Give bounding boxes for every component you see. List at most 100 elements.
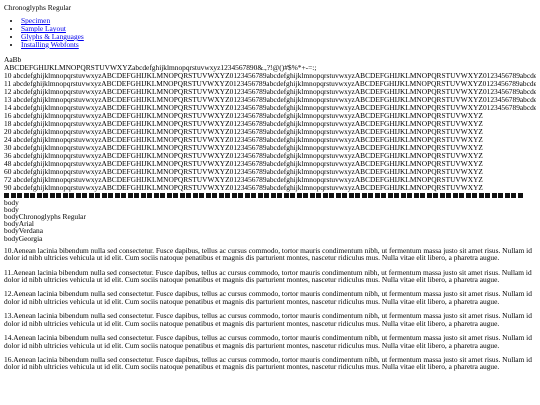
paragraph-sample: 16.Aenean lacinia bibendum nulla sed con…	[4, 354, 532, 372]
glyph-block	[43, 192, 48, 198]
glyph-block	[459, 192, 464, 198]
size-label: 18	[4, 119, 12, 128]
size-label: 13	[4, 95, 12, 104]
glyph-block	[101, 192, 107, 198]
font-compare-prefix: body	[4, 233, 19, 243]
size-sample-text: abcdefghijklmnopqrstuvwxyzABCDEFGHIJKLMN…	[13, 119, 483, 128]
specimen-page: Chronoglyphs Regular Specimen Sample Lay…	[4, 4, 536, 378]
nav-link-installing-webfonts[interactable]: Installing Webfonts	[21, 40, 79, 49]
size-label: 30	[4, 143, 12, 152]
size-row: 14 abcdefghijklmnopqrstuvwxyzABCDEFGHIJK…	[4, 104, 536, 112]
glyph-block	[108, 192, 113, 198]
glyph-block	[173, 192, 178, 198]
size-sample-text: abcdefghijklmnopqrstuvwxyzABCDEFGHIJKLMN…	[13, 143, 483, 152]
glyph-block	[472, 192, 477, 198]
glyph-block	[160, 192, 165, 198]
size-sample-text: abcdefghijklmnopqrstuvwxyzABCDEFGHIJKLMN…	[13, 175, 483, 184]
glyph-block	[277, 192, 282, 198]
paragraph-text: Aenean lacinia bibendum nulla sed consec…	[4, 267, 532, 285]
glyph-block	[329, 192, 334, 198]
aabb-sample: AaBb	[4, 54, 22, 64]
size-sample-text: abcdefghijklmnopqrstuvwxyzABCDEFGHIJKLMN…	[13, 87, 536, 96]
glyph-block	[439, 192, 445, 198]
glyph-block	[394, 192, 399, 198]
font-compare-row: bodyGeorgia	[4, 233, 536, 243]
glyph-block	[290, 192, 295, 198]
paragraph-sample: 11.Aenean lacinia bibendum nulla sed con…	[4, 267, 532, 285]
size-row: 36 abcdefghijklmnopqrstuvwxyzABCDEFGHIJK…	[4, 152, 536, 160]
size-sample-text: abcdefghijklmnopqrstuvwxyzABCDEFGHIJKLMN…	[13, 183, 483, 192]
size-row: 48 abcdefghijklmnopqrstuvwxyzABCDEFGHIJK…	[4, 160, 536, 168]
glyph-block	[153, 192, 159, 198]
size-sample-text: abcdefghijklmnopqrstuvwxyzABCDEFGHIJKLMN…	[13, 127, 483, 136]
glyph-block	[407, 192, 412, 198]
size-row: 20 abcdefghijklmnopqrstuvwxyzABCDEFGHIJK…	[4, 128, 536, 136]
glyph-block	[355, 192, 360, 198]
glyph-block	[361, 192, 367, 198]
paragraph-sample: 13.Aenean lacinia bibendum nulla sed con…	[4, 312, 532, 327]
nav-item-installing-webfonts: Installing Webfonts	[21, 40, 536, 49]
glyph-block	[446, 192, 451, 198]
glyph-block	[485, 192, 490, 198]
size-row: 72 abcdefghijklmnopqrstuvwxyzABCDEFGHIJK…	[4, 176, 536, 184]
glyph-block	[69, 192, 74, 198]
glyph-block	[127, 192, 133, 198]
glyph-block	[56, 192, 61, 198]
paragraph-samples: 10.Aenean lacinia bibendum nulla sed con…	[4, 247, 536, 371]
glyph-block	[186, 192, 191, 198]
size-label: 60	[4, 167, 12, 176]
glyph-block	[381, 192, 386, 198]
size-label: 72	[4, 175, 12, 184]
nav-item-glyphs-languages: Glyphs & Languages	[21, 33, 536, 41]
glyph-block	[199, 192, 204, 198]
size-row: 13 abcdefghijklmnopqrstuvwxyzABCDEFGHIJK…	[4, 96, 536, 104]
size-row: 10 abcdefghijklmnopqrstuvwxyzABCDEFGHIJK…	[4, 72, 536, 80]
glyph-block	[491, 192, 497, 198]
glyph-block	[121, 192, 126, 198]
paragraph-text: Aenean lacinia bibendum nulla sed consec…	[4, 332, 532, 350]
glyph-block	[368, 192, 373, 198]
glyph-block-strip	[4, 192, 536, 198]
glyph-block	[23, 192, 29, 198]
glyph-block	[218, 192, 224, 198]
glyph-block	[452, 192, 458, 198]
size-row: 60 abcdefghijklmnopqrstuvwxyzABCDEFGHIJK…	[4, 168, 536, 176]
glyph-block	[478, 192, 484, 198]
glyph-block	[36, 192, 42, 198]
size-label: 24	[4, 135, 12, 144]
glyph-block	[335, 192, 341, 198]
glyph-block	[511, 192, 516, 198]
glyph-block	[264, 192, 269, 198]
nav-list: Specimen Sample Layout Glyphs & Language…	[4, 17, 536, 48]
glyph-block	[238, 192, 243, 198]
size-row: 16 abcdefghijklmnopqrstuvwxyzABCDEFGHIJK…	[4, 112, 536, 120]
glyph-block	[179, 192, 185, 198]
paragraph-sample: 12.Aenean lacinia bibendum nulla sed con…	[4, 290, 532, 305]
size-sample-text: abcdefghijklmnopqrstuvwxyzABCDEFGHIJKLMN…	[13, 95, 536, 104]
glyph-block	[426, 192, 432, 198]
font-compare-row: bodyChronoglyphs Regular	[4, 213, 536, 220]
glyph-block	[75, 192, 81, 198]
size-sample-text: abcdefghijklmnopqrstuvwxyzABCDEFGHIJKLMN…	[13, 159, 483, 168]
glyph-block	[212, 192, 217, 198]
glyph-block	[257, 192, 263, 198]
glyph-block	[140, 192, 146, 198]
glyph-block	[322, 192, 328, 198]
size-label: 90	[4, 183, 12, 192]
glyph-block	[166, 192, 172, 198]
size-label: 12	[4, 87, 12, 96]
character-set: ABCDEFGHIJKLMNOPQRSTUVWXYZabcdefghijklmn…	[4, 63, 317, 72]
size-label: 10	[4, 71, 12, 80]
paragraph-text: Aenean lacinia bibendum nulla sed consec…	[4, 354, 532, 372]
size-label: 20	[4, 127, 12, 136]
paragraph-sample: 14.Aenean lacinia bibendum nulla sed con…	[4, 334, 532, 349]
font-comparison: body body bodyChronoglyphs Regular bodyAria…	[4, 198, 536, 243]
size-sample-text: abcdefghijklmnopqrstuvwxyzABCDEFGHIJKLMN…	[13, 167, 483, 176]
glyph-block	[231, 192, 237, 198]
glyph-block	[82, 192, 87, 198]
paragraph-text: Aenean lacinia bibendum nulla sed consec…	[4, 311, 532, 328]
size-row: 24 abcdefghijklmnopqrstuvwxyzABCDEFGHIJK…	[4, 136, 536, 144]
glyph-block	[400, 192, 406, 198]
glyph-block	[296, 192, 302, 198]
glyph-block	[95, 192, 100, 198]
